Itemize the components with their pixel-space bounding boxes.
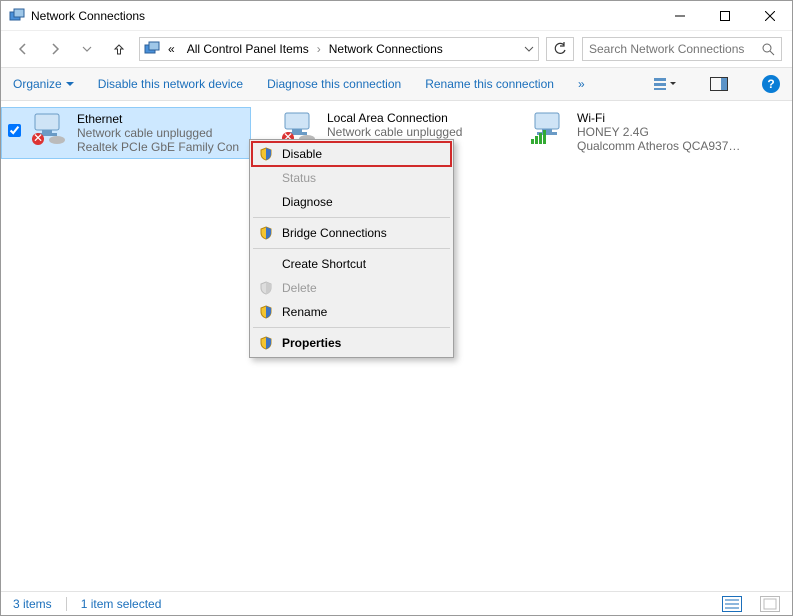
command-bar: Organize Disable this network device Dia…: [1, 67, 792, 101]
menu-divider: [253, 327, 450, 328]
ethernet-icon: ✕: [29, 112, 69, 146]
view-options-button[interactable]: [654, 77, 676, 91]
connection-checkbox[interactable]: [8, 124, 21, 137]
connection-wifi[interactable]: Wi-Fi HONEY 2.4G Qualcomm Atheros QCA937…: [501, 107, 751, 157]
menu-bridge[interactable]: Bridge Connections: [252, 221, 451, 245]
connection-name: Local Area Connection: [327, 111, 495, 125]
maximize-button[interactable]: [702, 1, 747, 30]
svg-text:✕: ✕: [33, 131, 43, 145]
menu-properties[interactable]: Properties: [252, 331, 451, 355]
menu-diagnose[interactable]: Diagnose: [252, 190, 451, 214]
menu-status: Status: [252, 166, 451, 190]
more-commands-button[interactable]: »: [578, 77, 585, 91]
diagnose-connection-button[interactable]: Diagnose this connection: [267, 77, 401, 91]
menu-divider: [253, 217, 450, 218]
refresh-button[interactable]: [546, 37, 574, 61]
large-icons-view-button[interactable]: [760, 596, 780, 612]
shield-icon: [258, 226, 274, 240]
shield-icon: [258, 336, 274, 350]
preview-pane-button[interactable]: [710, 77, 728, 91]
back-button[interactable]: [11, 37, 35, 61]
rename-connection-button[interactable]: Rename this connection: [425, 77, 554, 91]
status-item-count: 3 items: [13, 597, 52, 611]
forward-button[interactable]: [43, 37, 67, 61]
search-icon[interactable]: [762, 43, 775, 56]
details-view-button[interactable]: [722, 596, 742, 612]
recent-dropdown[interactable]: [75, 37, 99, 61]
connection-name: Wi-Fi: [577, 111, 745, 125]
search-input[interactable]: [589, 42, 762, 56]
connection-name: Ethernet: [77, 112, 244, 126]
location-icon: [144, 41, 160, 57]
chevron-right-icon[interactable]: ›: [317, 42, 321, 56]
shield-icon: [258, 281, 274, 295]
menu-divider: [253, 248, 450, 249]
connection-adapter: Realtek PCIe GbE Family Con: [77, 140, 244, 154]
menu-rename[interactable]: Rename: [252, 300, 451, 324]
window-title: Network Connections: [31, 9, 657, 23]
connection-status: Network cable unplugged: [327, 125, 495, 139]
titlebar: Network Connections: [1, 1, 792, 31]
shield-icon: [258, 305, 274, 319]
connection-status: HONEY 2.4G: [577, 125, 745, 139]
address-bar[interactable]: « All Control Panel Items › Network Conn…: [139, 37, 539, 61]
status-separator: [66, 597, 67, 611]
context-menu: Disable Status Diagnose Bridge Connectio…: [249, 139, 454, 358]
up-button[interactable]: [107, 37, 131, 61]
organize-button[interactable]: Organize: [13, 77, 74, 91]
help-button[interactable]: ?: [762, 75, 780, 93]
navigation-bar: « All Control Panel Items › Network Conn…: [1, 31, 792, 67]
menu-delete: Delete: [252, 276, 451, 300]
connection-ethernet[interactable]: ✕ Ethernet Network cable unplugged Realt…: [1, 107, 251, 159]
address-dropdown-icon[interactable]: [524, 44, 534, 54]
status-selected-count: 1 item selected: [81, 597, 162, 611]
menu-create-shortcut[interactable]: Create Shortcut: [252, 252, 451, 276]
close-button[interactable]: [747, 1, 792, 30]
breadcrumb-prefix: «: [164, 42, 179, 56]
minimize-button[interactable]: [657, 1, 702, 30]
disable-device-button[interactable]: Disable this network device: [98, 77, 243, 91]
breadcrumb-item[interactable]: All Control Panel Items: [183, 42, 313, 56]
menu-disable[interactable]: Disable: [252, 142, 451, 166]
search-box[interactable]: [582, 37, 782, 61]
breadcrumb-item[interactable]: Network Connections: [325, 42, 447, 56]
connection-adapter: Qualcomm Atheros QCA9377...: [577, 139, 745, 153]
shield-icon: [258, 147, 274, 161]
status-bar: 3 items 1 item selected: [1, 591, 792, 615]
wifi-icon: [529, 111, 569, 145]
app-icon: [9, 8, 25, 24]
connection-status: Network cable unplugged: [77, 126, 244, 140]
